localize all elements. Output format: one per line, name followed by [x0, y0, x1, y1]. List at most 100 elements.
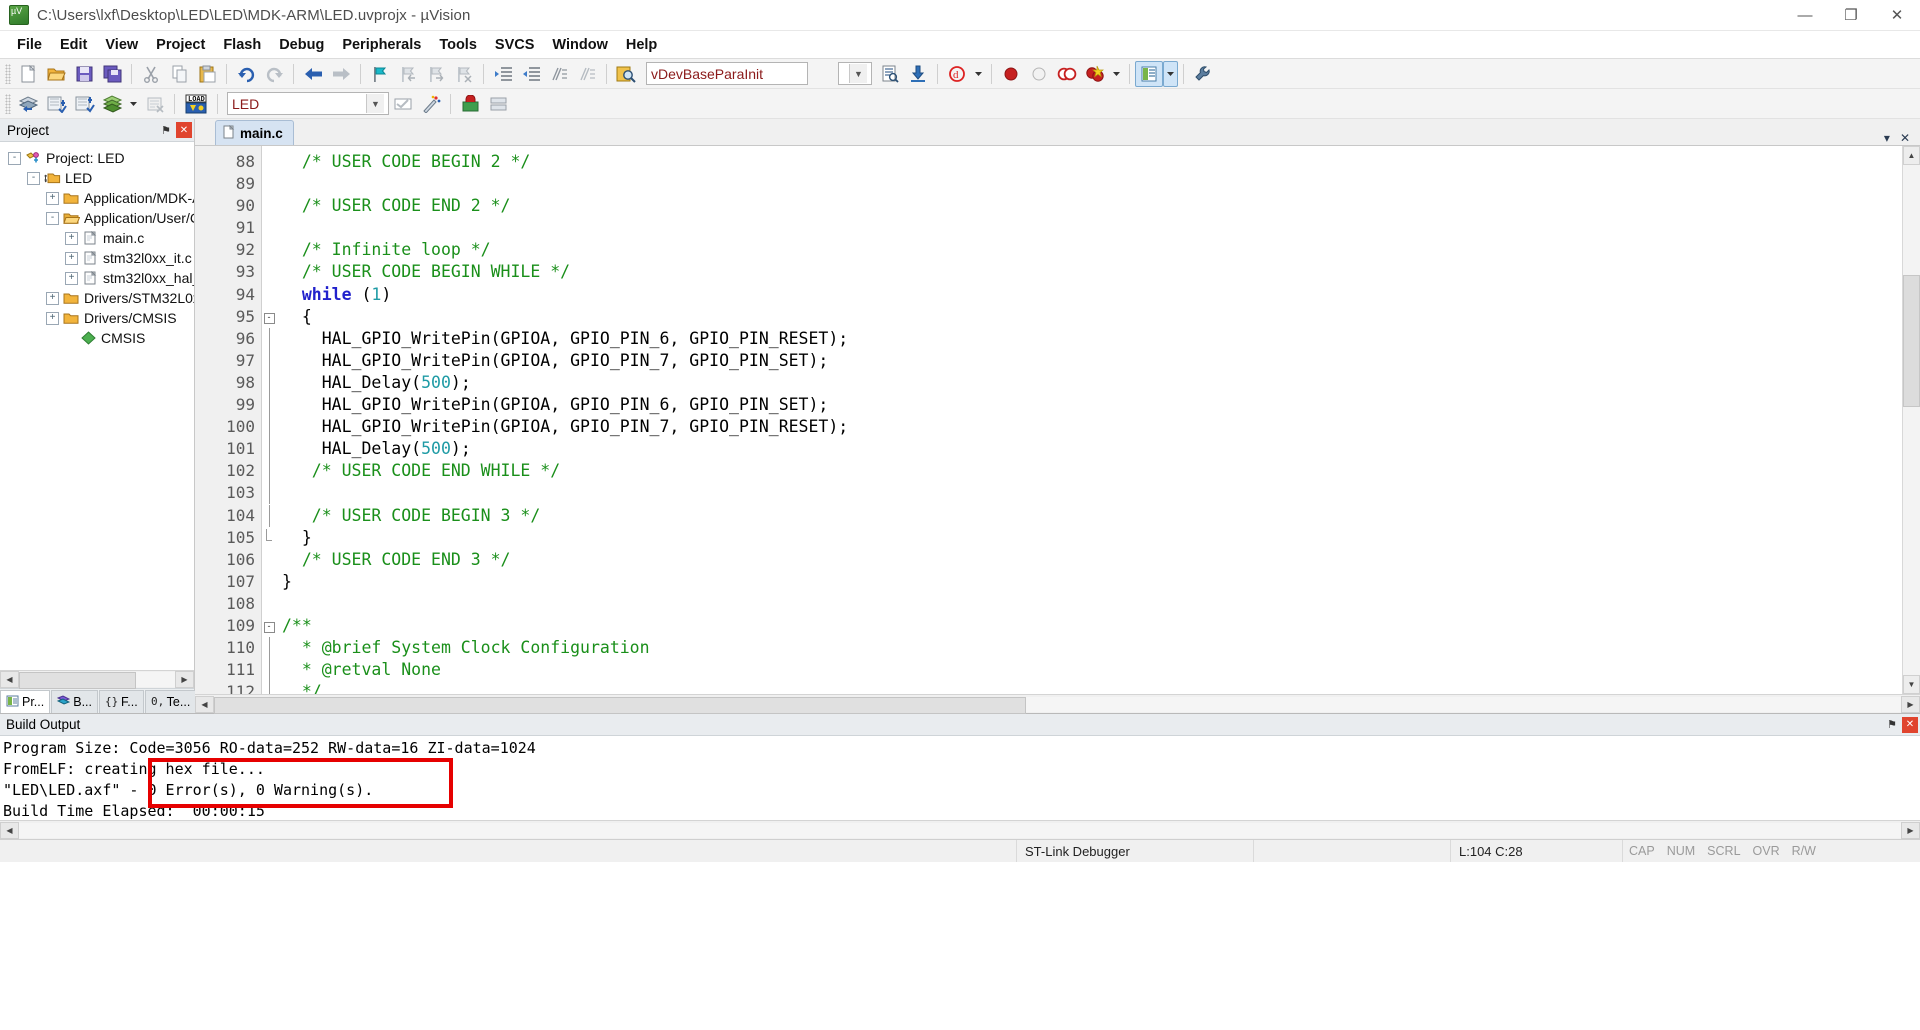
- maximize-button[interactable]: ❐: [1828, 0, 1874, 30]
- pin-icon[interactable]: ⚑: [158, 122, 174, 138]
- tree-expander[interactable]: +: [65, 251, 78, 265]
- fold-marker[interactable]: -: [262, 615, 276, 637]
- scroll-thumb[interactable]: [1903, 275, 1920, 407]
- menu-item-debug[interactable]: Debug: [270, 33, 333, 57]
- scroll-left-icon[interactable]: ◀: [0, 671, 19, 688]
- code-line[interactable]: /* USER CODE BEGIN 2 */: [276, 151, 1902, 173]
- breakpoint-dropdown-icon[interactable]: [1109, 61, 1124, 87]
- menu-item-tools[interactable]: Tools: [430, 33, 486, 57]
- code-line[interactable]: /* Infinite loop */: [276, 239, 1902, 261]
- tree-expander[interactable]: -: [8, 151, 21, 165]
- code-line[interactable]: }: [276, 571, 1902, 593]
- code-line[interactable]: /* USER CODE END 3 */: [276, 549, 1902, 571]
- menu-item-help[interactable]: Help: [617, 33, 666, 57]
- outdent-icon[interactable]: [517, 61, 545, 87]
- scroll-right-icon[interactable]: ▶: [175, 671, 194, 688]
- bookmark-clear-icon[interactable]: [450, 61, 478, 87]
- code-line[interactable]: HAL_Delay(500);: [276, 438, 1902, 460]
- navigate-back-icon[interactable]: [299, 61, 327, 87]
- tree-item[interactable]: + Drivers/CMSIS: [0, 308, 194, 328]
- rebuild-all-icon[interactable]: [70, 91, 98, 117]
- scroll-right-icon[interactable]: ▶: [1901, 821, 1920, 839]
- minimize-button[interactable]: —: [1782, 0, 1828, 30]
- debug-dropdown-icon[interactable]: [971, 61, 986, 87]
- disable-all-breakpoints-icon[interactable]: [1081, 61, 1109, 87]
- code-line[interactable]: /**: [276, 615, 1902, 637]
- close-icon[interactable]: ✕: [176, 122, 192, 138]
- window-manager-dropdown-icon[interactable]: [1163, 60, 1178, 87]
- bookmark-toggle-icon[interactable]: [366, 61, 394, 87]
- menu-item-project[interactable]: Project: [147, 33, 214, 57]
- tree-expander[interactable]: -: [46, 211, 59, 225]
- save-all-icon[interactable]: [98, 61, 126, 87]
- tree-expander[interactable]: +: [46, 311, 59, 325]
- code-text[interactable]: /* USER CODE BEGIN 2 */ /* USER CODE END…: [276, 146, 1902, 694]
- build-target-icon[interactable]: [42, 91, 70, 117]
- download-icon[interactable]: LOAD: [180, 91, 212, 117]
- code-area[interactable]: 88 89 90 91 92 93 94 95 96 97 98 99 100 101 102 103 104 1…: [195, 146, 1902, 694]
- stop-build-icon[interactable]: [141, 91, 169, 117]
- menu-item-svcs[interactable]: SVCS: [486, 33, 544, 57]
- editor-vscrollbar[interactable]: ▲ ▼: [1902, 146, 1920, 694]
- code-line[interactable]: /* USER CODE END WHILE */: [276, 460, 1902, 482]
- code-line[interactable]: * @retval None: [276, 659, 1902, 681]
- code-line[interactable]: /* USER CODE BEGIN WHILE */: [276, 261, 1902, 283]
- configuration-wrench-icon[interactable]: [1189, 61, 1217, 87]
- close-button[interactable]: ✕: [1874, 0, 1920, 30]
- open-file-icon[interactable]: [42, 61, 70, 87]
- target-options-icon[interactable]: [389, 91, 417, 117]
- manage-runtime-icon[interactable]: [904, 61, 932, 87]
- function-combo[interactable]: vDevBaseParaInit: [646, 62, 808, 85]
- multi-project-icon[interactable]: [484, 91, 512, 117]
- empty-combo[interactable]: ▼: [838, 62, 872, 85]
- fold-marker[interactable]: -: [262, 306, 276, 328]
- uncomment-icon[interactable]: [573, 61, 601, 87]
- menu-item-edit[interactable]: Edit: [51, 33, 96, 57]
- tree-expander[interactable]: +: [46, 291, 59, 305]
- menu-item-flash[interactable]: Flash: [214, 33, 270, 57]
- toolbar-grip[interactable]: [5, 93, 11, 114]
- new-file-icon[interactable]: [14, 61, 42, 87]
- tree-item[interactable]: CMSIS: [0, 328, 194, 348]
- tree-item[interactable]: + Drivers/STM32L0xx_: [0, 288, 194, 308]
- tree-item[interactable]: + main.c: [0, 228, 194, 248]
- code-line[interactable]: HAL_GPIO_WritePin(GPIOA, GPIO_PIN_7, GPI…: [276, 416, 1902, 438]
- chevron-down-icon[interactable]: ▼: [366, 94, 384, 113]
- editor-tab-main-c[interactable]: main.c: [215, 120, 294, 145]
- tree-item[interactable]: - Application/User/C: [0, 208, 194, 228]
- bookmark-next-icon[interactable]: [422, 61, 450, 87]
- code-line[interactable]: HAL_GPIO_WritePin(GPIOA, GPIO_PIN_6, GPI…: [276, 394, 1902, 416]
- copy-icon[interactable]: [165, 61, 193, 87]
- target-combo[interactable]: LED ▼: [227, 92, 389, 115]
- navigate-forward-icon[interactable]: [327, 61, 355, 87]
- code-line[interactable]: */: [276, 681, 1902, 694]
- scroll-down-icon[interactable]: ▼: [1903, 675, 1920, 694]
- code-line[interactable]: [276, 173, 1902, 195]
- editor-close-icon[interactable]: ✕: [1900, 131, 1910, 145]
- menu-item-file[interactable]: File: [8, 33, 51, 57]
- tree-item[interactable]: - Project: LED: [0, 148, 194, 168]
- cut-icon[interactable]: [137, 61, 165, 87]
- toolbar-grip[interactable]: [5, 63, 11, 84]
- kill-breakpoints-icon[interactable]: [1053, 61, 1081, 87]
- bookmark-prev-icon[interactable]: [394, 61, 422, 87]
- scroll-track[interactable]: [19, 672, 175, 689]
- close-icon[interactable]: ✕: [1902, 716, 1918, 733]
- insert-breakpoint-icon[interactable]: [997, 61, 1025, 87]
- tree-item[interactable]: - LED: [0, 168, 194, 188]
- manage-project-items-icon[interactable]: [456, 91, 484, 117]
- code-line[interactable]: /* USER CODE END 2 */: [276, 195, 1902, 217]
- code-line[interactable]: HAL_GPIO_WritePin(GPIOA, GPIO_PIN_7, GPI…: [276, 350, 1902, 372]
- code-line[interactable]: HAL_Delay(500);: [276, 372, 1902, 394]
- project-hscrollbar[interactable]: ◀ ▶: [0, 670, 194, 689]
- code-line[interactable]: [276, 217, 1902, 239]
- scroll-track[interactable]: [214, 696, 1901, 714]
- save-icon[interactable]: [70, 61, 98, 87]
- scroll-thumb[interactable]: [19, 672, 136, 689]
- comment-icon[interactable]: [545, 61, 573, 87]
- code-line[interactable]: while (1): [276, 284, 1902, 306]
- code-folding-bar[interactable]: --: [262, 146, 276, 694]
- paste-icon[interactable]: [193, 61, 221, 87]
- tree-expander[interactable]: -: [27, 171, 40, 185]
- tree-item[interactable]: + stm32l0xx_it.c: [0, 248, 194, 268]
